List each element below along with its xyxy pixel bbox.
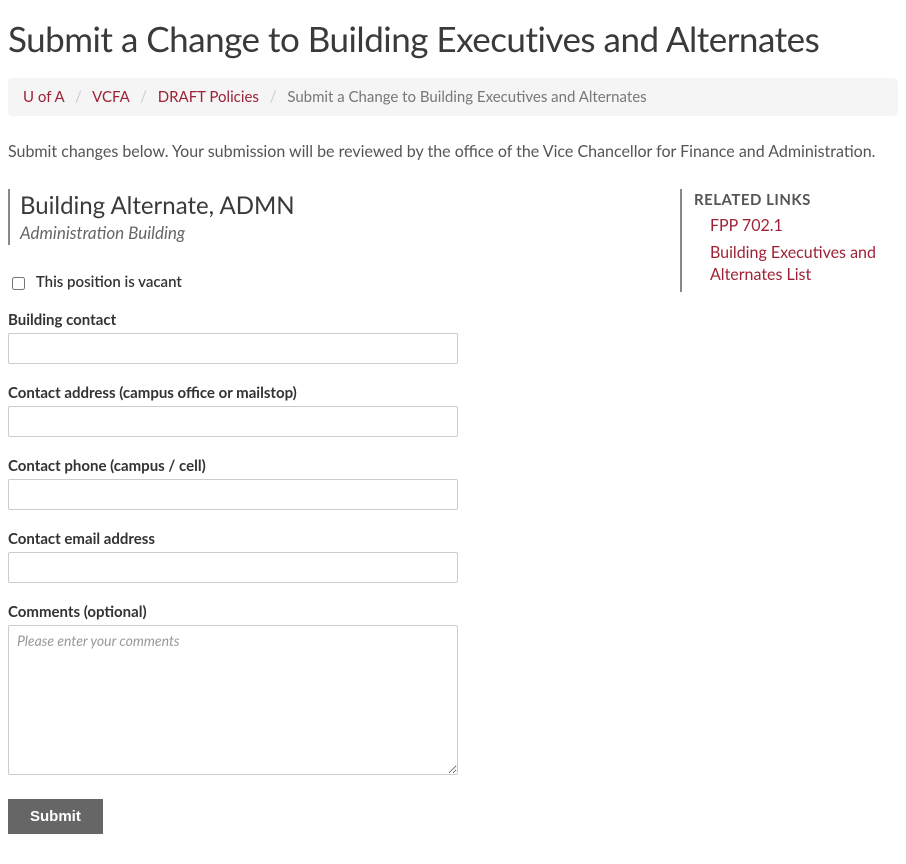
contact-email-label: Contact email address bbox=[8, 530, 648, 548]
position-subtitle: Administration Building bbox=[20, 222, 648, 243]
intro-text: Submit changes below. Your submission wi… bbox=[8, 140, 898, 163]
contact-phone-input[interactable] bbox=[8, 479, 458, 510]
submit-button[interactable]: Submit bbox=[8, 799, 103, 834]
contact-email-input[interactable] bbox=[8, 552, 458, 583]
breadcrumb-link-uofa[interactable]: U of A bbox=[23, 88, 64, 106]
contact-address-input[interactable] bbox=[8, 406, 458, 437]
related-link-fpp[interactable]: FPP 702.1 bbox=[710, 216, 783, 235]
vacant-checkbox[interactable] bbox=[12, 277, 25, 290]
comments-label: Comments (optional) bbox=[8, 603, 648, 621]
contact-address-label: Contact address (campus office or mailst… bbox=[8, 384, 648, 402]
breadcrumb-current: Submit a Change to Building Executives a… bbox=[287, 88, 646, 106]
list-item: Building Executives and Alternates List bbox=[710, 242, 898, 287]
page-title: Submit a Change to Building Executives a… bbox=[8, 18, 898, 60]
breadcrumb-link-draft-policies[interactable]: DRAFT Policies bbox=[158, 88, 259, 106]
breadcrumb: U of A / VCFA / DRAFT Policies / Submit … bbox=[8, 78, 898, 116]
main-column: Building Alternate, ADMN Administration … bbox=[8, 189, 648, 834]
related-link-bea-list[interactable]: Building Executives and Alternates List bbox=[710, 243, 876, 284]
position-block: Building Alternate, ADMN Administration … bbox=[8, 189, 648, 245]
vacant-checkbox-label[interactable]: This position is vacant bbox=[36, 273, 182, 291]
related-links-heading: RELATED LINKS bbox=[694, 191, 898, 209]
breadcrumb-separator: / bbox=[75, 88, 82, 106]
sidebar-column: RELATED LINKS FPP 702.1 Building Executi… bbox=[680, 189, 898, 292]
list-item: FPP 702.1 bbox=[710, 215, 898, 237]
position-title: Building Alternate, ADMN bbox=[20, 191, 648, 220]
contact-phone-label: Contact phone (campus / cell) bbox=[8, 457, 648, 475]
breadcrumb-separator: / bbox=[270, 88, 277, 106]
related-links-block: RELATED LINKS FPP 702.1 Building Executi… bbox=[680, 189, 898, 292]
building-contact-input[interactable] bbox=[8, 333, 458, 364]
building-contact-label: Building contact bbox=[8, 311, 648, 329]
breadcrumb-separator: / bbox=[140, 88, 147, 106]
comments-textarea[interactable] bbox=[8, 625, 458, 775]
breadcrumb-link-vcfa[interactable]: VCFA bbox=[92, 88, 129, 106]
